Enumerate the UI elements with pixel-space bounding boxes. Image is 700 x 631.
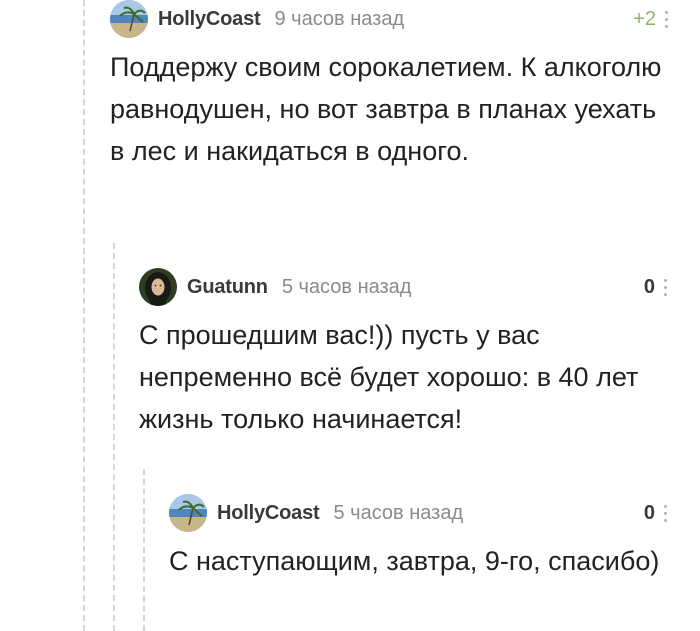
avatar[interactable] [169, 494, 207, 532]
more-options-icon[interactable] [661, 504, 669, 522]
thread-line [83, 0, 85, 631]
comment-text: С прошедшим вас!)) пусть у вас непременн… [139, 320, 639, 434]
beach-avatar-icon [169, 494, 207, 532]
timestamp[interactable]: 9 часов назад [274, 8, 404, 31]
timestamp[interactable]: 5 часов назад [333, 502, 463, 525]
avatar[interactable] [110, 0, 148, 38]
thread-line [113, 243, 115, 631]
avatar[interactable] [139, 268, 177, 306]
portrait-avatar-icon [139, 268, 177, 306]
more-options-icon[interactable] [661, 278, 669, 296]
username[interactable]: Guatunn [187, 276, 268, 299]
comment-text: С наступающим, завтра, 9-го, спасибо) [169, 546, 660, 576]
comment-header: HollyCoast 5 часов назад 0 [169, 494, 669, 532]
rating-value: 0 [643, 501, 655, 524]
username[interactable]: HollyCoast [158, 8, 261, 31]
username[interactable]: HollyCoast [217, 502, 320, 525]
comment-header: Guatunn 5 часов назад 0 [139, 268, 669, 306]
comment: HollyCoast 9 часов назад +2 Поддержу сво… [110, 0, 670, 172]
thread-line [143, 469, 145, 631]
comment-header: HollyCoast 9 часов назад +2 [110, 0, 670, 38]
comment-text: Поддержу своим сорокалетием. К алкоголю … [110, 52, 662, 166]
comment: Guatunn 5 часов назад 0 С прошедшим вас!… [139, 268, 669, 440]
more-options-icon[interactable] [662, 10, 670, 28]
comment: HollyCoast 5 часов назад 0 С наступающим… [169, 494, 669, 582]
rating-value: 0 [643, 275, 655, 298]
rating-value: +2 [633, 7, 656, 30]
rating-box: 0 [644, 276, 669, 299]
beach-avatar-icon [110, 0, 148, 38]
rating-box: +2 [633, 8, 670, 31]
timestamp[interactable]: 5 часов назад [282, 276, 412, 299]
rating-box: 0 [644, 502, 669, 525]
